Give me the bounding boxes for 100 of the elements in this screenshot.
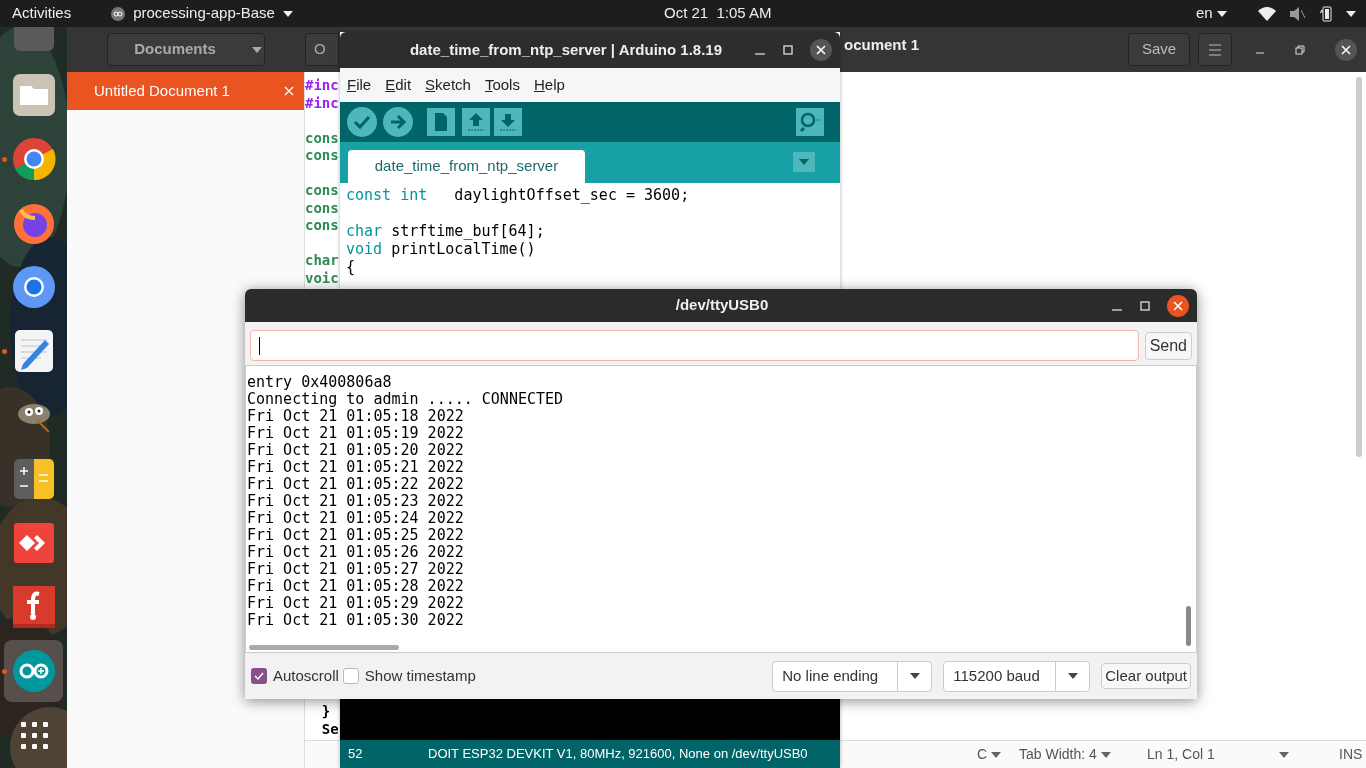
close-icon[interactable] <box>810 39 832 61</box>
save-button[interactable]: Save <box>1128 33 1190 66</box>
document-icon[interactable] <box>427 108 455 136</box>
fritzing-icon[interactable] <box>10 584 57 630</box>
line-ending-select[interactable]: No line ending <box>772 660 933 692</box>
output-line: entry 0x400806a8 <box>247 374 393 391</box>
output-line: Fri Oct 21 01:05:26 2022 <box>247 544 465 561</box>
baud-rate-select[interactable]: 115200 baud <box>943 660 1091 692</box>
code-line: #inc <box>305 77 339 95</box>
output-line: Fri Oct 21 01:05:20 2022 <box>247 442 465 459</box>
menu-item[interactable]: File <box>347 73 372 97</box>
menu-button[interactable] <box>1198 33 1232 66</box>
checkbox-label: Autoscroll <box>273 665 339 686</box>
output-line: Fri Oct 21 01:05:29 2022 <box>247 595 465 612</box>
horizontal-scrollbar[interactable] <box>249 645 399 650</box>
clear-output-button[interactable]: Clear output <box>1101 663 1191 689</box>
caret-icon <box>1100 751 1111 758</box>
vertical-scrollbar[interactable] <box>1186 606 1191 646</box>
window-title: /dev/ttyUSB0 <box>674 295 770 316</box>
checkbox[interactable] <box>342 668 359 684</box>
chromium-icon[interactable] <box>10 264 57 310</box>
document-name: Untitled Document 1 <box>94 80 230 101</box>
output-line: Fri Oct 21 01:05:21 2022 <box>247 459 465 476</box>
caret-icon <box>1067 673 1078 679</box>
caret-icon <box>909 673 920 679</box>
caret-icon <box>991 751 1002 758</box>
code-line: voic <box>305 269 339 287</box>
output-line: Fri Oct 21 01:05:23 2022 <box>247 493 465 510</box>
chrome-icon[interactable] <box>10 136 57 182</box>
window-title: date_time_from_ntp_server | Arduino 1.8.19 <box>408 39 724 60</box>
code-line: } <box>320 703 332 721</box>
checkbox-label: Show timestamp <box>364 665 476 686</box>
document-tab[interactable]: Untitled Document 1 <box>67 72 304 110</box>
send-button[interactable]: Send <box>1144 331 1192 360</box>
menu-item[interactable]: Sketch <box>425 73 471 97</box>
code-line: cons <box>305 199 339 217</box>
sketch-tab[interactable]: date_time_from_ntp_server <box>348 150 585 183</box>
checkmark-icon[interactable] <box>346 106 378 138</box>
output-line: Fri Oct 21 01:05:30 2022 <box>247 612 465 629</box>
caret-icon <box>799 159 809 165</box>
serial-monitor-icon[interactable] <box>796 108 824 136</box>
checkmark-icon <box>254 671 264 681</box>
tab-menu-button[interactable] <box>793 152 815 172</box>
app-icon <box>111 6 126 21</box>
output-line: Fri Oct 21 01:05:24 2022 <box>247 510 465 527</box>
caret-icon <box>251 46 262 53</box>
code-line: cons <box>305 217 339 235</box>
close-icon[interactable] <box>1335 38 1357 61</box>
caret-icon <box>1278 751 1289 758</box>
close-icon[interactable] <box>1167 294 1189 317</box>
output-line: Fri Oct 21 01:05:27 2022 <box>247 561 465 578</box>
message-field[interactable] <box>250 330 1139 361</box>
wifi-icon[interactable] <box>1258 6 1276 21</box>
code-line: const int daylightOffset_sec = 3600; <box>346 186 691 204</box>
code-line: char strftime_buf[64]; <box>346 222 546 240</box>
output-line: Fri Oct 21 01:05:22 2022 <box>247 476 465 493</box>
open-button[interactable]: O <box>305 33 339 66</box>
code-line: cons <box>305 129 339 147</box>
menu-icon <box>1208 43 1222 56</box>
output-line: Fri Oct 21 01:05:19 2022 <box>247 425 465 442</box>
maximize-icon[interactable] <box>782 44 794 56</box>
code-line: #inc <box>305 94 339 112</box>
folder-icon[interactable] <box>10 72 57 118</box>
arrow-down-icon[interactable] <box>494 108 522 136</box>
dock-item[interactable] <box>4 640 63 702</box>
muted-speaker-icon[interactable] <box>1290 6 1306 21</box>
arrow-up-icon[interactable] <box>462 108 490 136</box>
code-line: cons <box>305 147 339 165</box>
menu-item[interactable]: Help <box>533 73 565 97</box>
output-line: Connecting to admin ..... CONNECTED <box>247 391 565 408</box>
arduino-icon[interactable] <box>10 648 57 694</box>
restore-icon[interactable] <box>1295 44 1305 55</box>
app-menu[interactable]: processing-app-Base <box>133 2 275 25</box>
menu-item[interactable]: Edit <box>385 73 412 97</box>
language-selector[interactable]: C <box>977 744 988 765</box>
checkbox[interactable] <box>251 668 267 684</box>
window-title: ocument 1 <box>844 35 919 55</box>
output-line: Fri Oct 21 01:05:25 2022 <box>247 527 465 544</box>
battery-icon[interactable] <box>1320 5 1332 22</box>
output-line: Fri Oct 21 01:05:18 2022 <box>247 408 465 425</box>
tab-width-selector[interactable]: Tab Width: 4 <box>1019 744 1097 765</box>
arrow-right-icon[interactable] <box>382 106 414 138</box>
cursor-position[interactable]: Ln 1, Col 1 <box>1147 744 1215 765</box>
output-line: Fri Oct 21 01:05:28 2022 <box>247 578 465 595</box>
caret-icon <box>1216 10 1227 17</box>
caret-icon <box>282 10 293 17</box>
menu-item[interactable]: Tools <box>484 73 520 97</box>
language-menu[interactable]: en <box>1196 2 1213 25</box>
code-line: void printLocalTime() <box>346 240 537 258</box>
activities-button[interactable]: Activities <box>12 2 72 25</box>
code-line: Se <box>320 720 339 738</box>
code-line: char <box>305 252 339 270</box>
line-number: 52 <box>348 745 364 764</box>
clock[interactable]: Oct 21 1:05 AM <box>664 2 772 25</box>
code-line: cons <box>305 182 339 200</box>
documents-button[interactable]: Documents <box>107 33 265 66</box>
maximize-icon[interactable] <box>1139 299 1151 312</box>
code-line: { <box>346 258 357 276</box>
scrollbar[interactable] <box>1356 77 1362 457</box>
caret-icon <box>1346 10 1356 17</box>
